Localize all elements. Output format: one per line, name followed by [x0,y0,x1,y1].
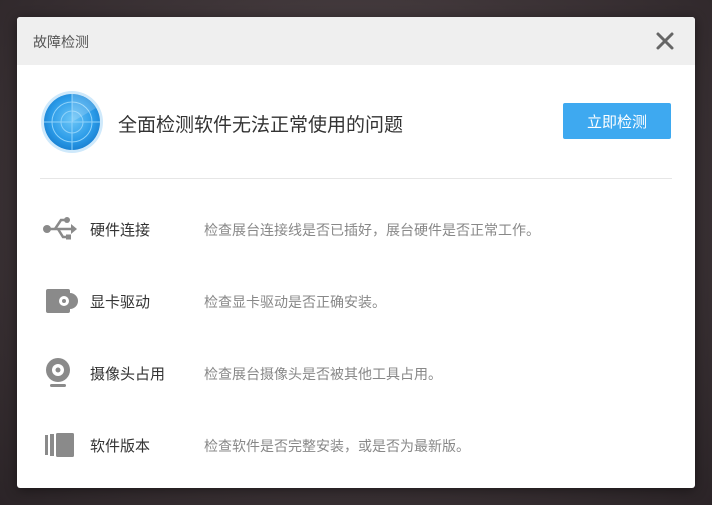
webcam-icon [42,355,78,391]
check-item-graphics-driver: 显卡驱动 检查显卡驱动是否正确安装。 [17,265,695,337]
headline-text: 全面检测软件无法正常使用的问题 [118,114,404,136]
usb-icon [42,211,78,247]
check-item-name: 显卡驱动 [90,293,151,311]
check-item-hardware: 硬件连接 检查展台连接线是否已插好，展台硬件是否正常工作。 [17,193,695,265]
fault-detection-dialog: 故障检测 全面检测软件无法正常使用的问题 立即检测 硬件连接 检查展台连接线是否… [17,17,695,488]
dialog-titlebar: 故障检测 [17,17,695,65]
check-item-camera-usage: 摄像头占用 检查展台摄像头是否被其他工具占用。 [17,337,695,409]
check-item-name: 硬件连接 [90,221,151,239]
check-item-name: 摄像头占用 [90,365,166,383]
check-item-software-version: 软件版本 检查软件是否完整安装，或是否为最新版。 [17,409,695,481]
radar-icon [40,90,104,154]
check-item-description: 检查显卡驱动是否正确安装。 [204,295,386,311]
divider [40,178,672,179]
check-item-description: 检查软件是否完整安装，或是否为最新版。 [204,439,470,455]
dialog-title: 故障检测 [33,35,89,51]
check-item-description: 检查展台摄像头是否被其他工具占用。 [204,367,442,383]
check-item-name: 软件版本 [90,437,151,455]
graphics-card-icon [42,283,78,319]
detect-now-button[interactable]: 立即检测 [563,103,671,139]
check-item-list: 硬件连接 检查展台连接线是否已插好，展台硬件是否正常工作。 显卡驱动 检查显卡驱… [17,193,695,481]
close-icon[interactable] [655,31,675,51]
check-item-description: 检查展台连接线是否已插好，展台硬件是否正常工作。 [204,223,540,239]
detection-header: 全面检测软件无法正常使用的问题 立即检测 [17,65,695,177]
software-version-icon [42,427,78,463]
